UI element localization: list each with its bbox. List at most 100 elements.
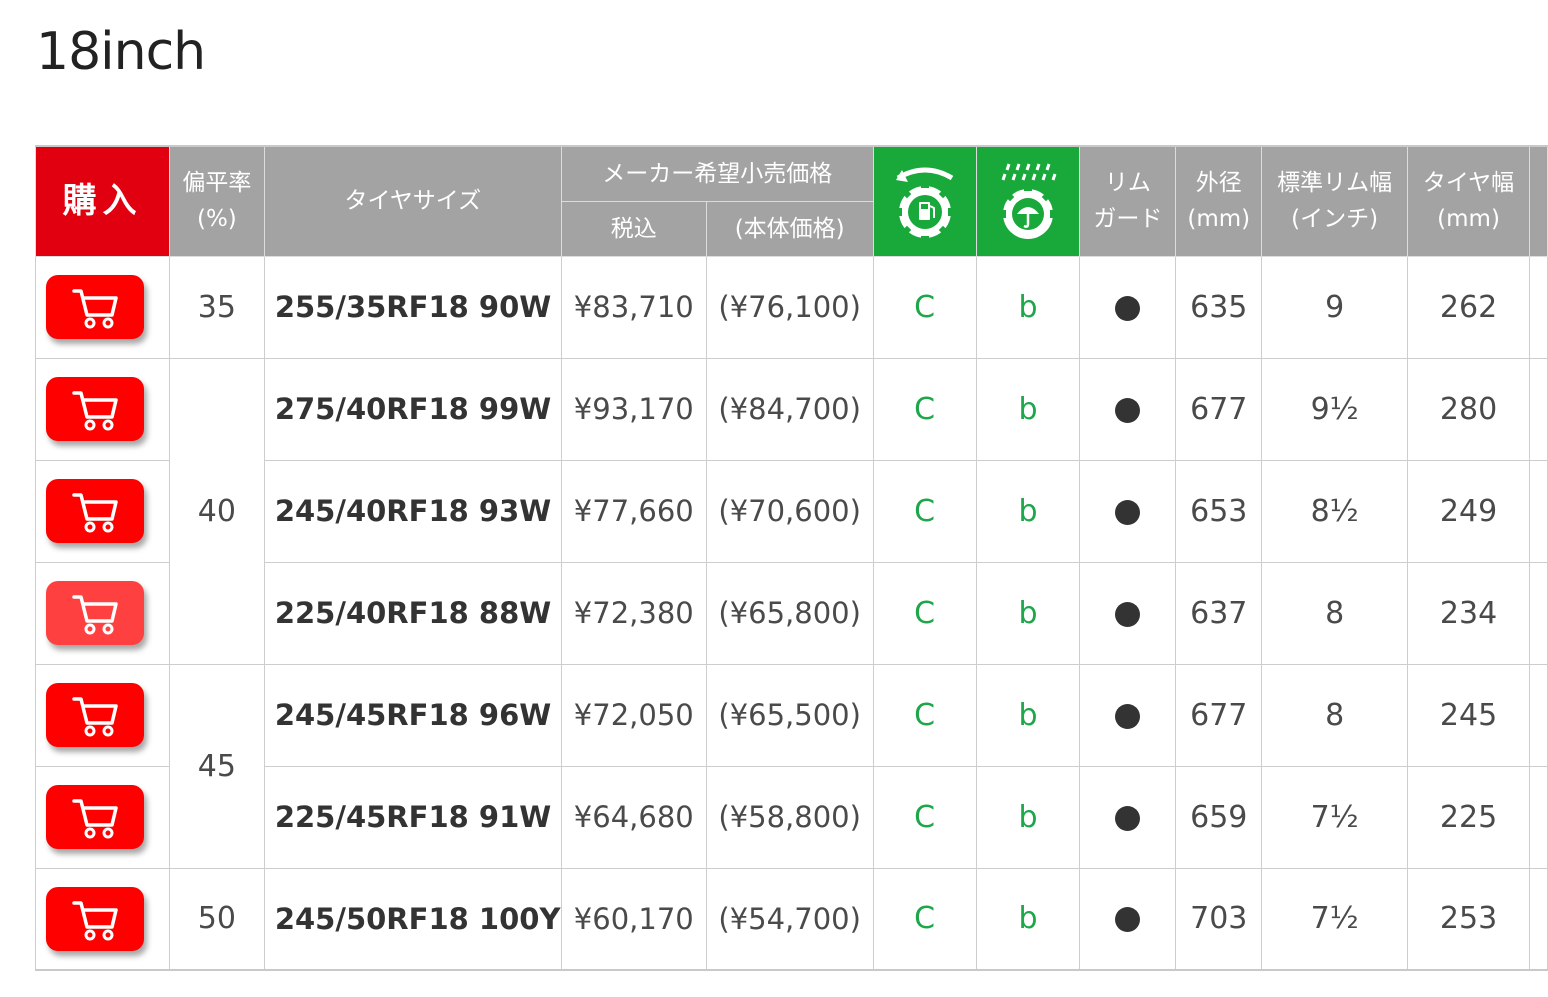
price-excl-tax-cell: (¥65,500) <box>705 663 874 767</box>
fuel-grade-cell: C <box>872 867 977 971</box>
tire-width-cell: 249 <box>1407 459 1530 563</box>
buy-cell <box>35 357 170 461</box>
rim-guard-header-line2: ガード <box>1093 206 1163 233</box>
rim-guard-dot <box>1115 295 1141 321</box>
rim-width-cell: 7½ <box>1261 765 1409 869</box>
tire-width-cell: 262 <box>1407 255 1530 359</box>
outer-diameter-header: 外径 (mm) <box>1175 145 1263 257</box>
rim-guard-cell <box>1079 765 1177 869</box>
tire-width-header-unit: (mm) <box>1437 206 1500 233</box>
overflow-column-header <box>1528 145 1548 257</box>
buy-cell <box>35 765 170 869</box>
table-row: 45 245/45RF18 96W ¥72,050 (¥65,500) C b … <box>35 663 1548 869</box>
price-excl-tax-cell: (¥84,700) <box>705 357 874 461</box>
rim-guard-dot <box>1115 397 1141 423</box>
add-to-cart-button[interactable] <box>46 479 145 543</box>
price-incl-tax-cell: ¥72,050 <box>560 663 707 767</box>
aspect-ratio-cell: 50 <box>168 867 265 971</box>
rim-guard-dot <box>1115 499 1141 525</box>
wet-grade-cell: b <box>975 765 1081 869</box>
retail-price-header: メーカー希望小売価格 <box>560 145 874 202</box>
tire-size-cell: 255/35RF18 90W <box>263 255 562 359</box>
aspect-ratio-cell: 35 <box>168 255 265 359</box>
aspect-ratio-header: 偏平率 (%) <box>168 145 265 257</box>
add-to-cart-button[interactable] <box>46 581 145 645</box>
fuel-efficiency-label-icon <box>895 167 953 241</box>
wet-grade-cell: b <box>975 867 1081 971</box>
price-incl-tax-cell: ¥64,680 <box>560 765 707 869</box>
rim-guard-dot <box>1115 601 1141 627</box>
rim-guard-cell <box>1079 867 1177 971</box>
price-incl-tax-cell: ¥77,660 <box>560 459 707 563</box>
wet-grade-cell: b <box>975 357 1081 461</box>
outer-diameter-cell: 635 <box>1175 255 1263 359</box>
tire-width-cell: 234 <box>1407 561 1530 665</box>
rim-guard-dot <box>1115 907 1141 933</box>
wet-grade-cell: b <box>975 459 1081 563</box>
add-to-cart-button[interactable] <box>46 785 145 849</box>
price-excl-tax-cell: (¥76,100) <box>705 255 874 359</box>
outer-diameter-header-unit: (mm) <box>1187 206 1251 233</box>
outer-diameter-cell: 637 <box>1175 561 1263 665</box>
price-incl-tax-cell: ¥93,170 <box>560 357 707 461</box>
add-to-cart-button[interactable] <box>46 683 145 747</box>
fuel-grade-cell: C <box>872 357 977 461</box>
buy-cell <box>35 663 170 767</box>
rim-width-cell: 8 <box>1261 561 1409 665</box>
price-incl-tax-cell: ¥83,710 <box>560 255 707 359</box>
buy-cell <box>35 867 170 971</box>
add-to-cart-button[interactable] <box>46 275 145 339</box>
rim-width-header-label: 標準リム幅 <box>1277 170 1393 197</box>
fuel-grade-cell: C <box>872 561 977 665</box>
overflow-cell <box>1528 459 1548 563</box>
fuel-grade-cell: C <box>872 459 977 563</box>
rim-guard-cell <box>1079 459 1177 563</box>
rim-width-cell: 7½ <box>1261 867 1409 971</box>
tire-width-cell: 225 <box>1407 765 1530 869</box>
tire-size-cell: 245/40RF18 93W <box>263 459 562 563</box>
rim-guard-cell <box>1079 663 1177 767</box>
cart-icon <box>72 799 119 839</box>
tire-width-header-label: タイヤ幅 <box>1422 170 1515 197</box>
rim-width-cell: 9½ <box>1261 357 1409 461</box>
price-incl-tax-header: 税込 <box>560 200 707 257</box>
price-excl-tax-cell: (¥70,600) <box>705 459 874 563</box>
tire-size-table: 購入 偏平率 (%) タイヤサイズ メーカー希望小売価格 リム ガード 外径 (… <box>35 145 1548 971</box>
fuel-grade-cell: C <box>872 765 977 869</box>
table-row: 35 255/35RF18 90W ¥83,710 (¥76,100) C b … <box>35 255 1548 359</box>
price-excl-tax-header: (本体価格) <box>705 200 874 257</box>
wet-grade-cell: b <box>975 663 1081 767</box>
fuel-grade-cell: C <box>872 255 977 359</box>
tire-width-cell: 280 <box>1407 357 1530 461</box>
rim-width-cell: 8½ <box>1261 459 1409 563</box>
add-to-cart-button[interactable] <box>46 886 145 951</box>
rim-guard-cell <box>1079 561 1177 665</box>
tire-size-cell: 225/40RF18 88W <box>263 561 562 665</box>
rim-width-cell: 8 <box>1261 663 1409 767</box>
buy-cell <box>35 561 170 665</box>
price-excl-tax-cell: (¥54,700) <box>705 867 874 971</box>
add-to-cart-button[interactable] <box>46 377 145 441</box>
cart-icon <box>72 901 119 941</box>
table-row: 50 245/50RF18 100Y ¥60,170 (¥54,700) C b… <box>35 867 1548 971</box>
fuel-efficiency-header <box>872 145 977 257</box>
tire-width-cell: 253 <box>1407 867 1530 971</box>
tire-size-header: タイヤサイズ <box>263 145 562 257</box>
buy-cell <box>35 459 170 563</box>
wet-grip-header <box>975 145 1081 257</box>
cart-icon <box>72 697 119 737</box>
aspect-ratio-header-label: 偏平率 <box>182 170 252 197</box>
cart-icon <box>72 595 119 635</box>
rim-width-cell: 9 <box>1261 255 1409 359</box>
price-incl-tax-cell: ¥60,170 <box>560 867 707 971</box>
outer-diameter-cell: 677 <box>1175 357 1263 461</box>
cart-icon <box>72 391 119 431</box>
aspect-ratio-cell: 40 <box>168 357 265 665</box>
rim-guard-dot <box>1115 805 1141 831</box>
overflow-cell <box>1528 357 1548 461</box>
overflow-cell <box>1528 765 1548 869</box>
rim-guard-header-line1: リム <box>1104 170 1151 197</box>
rim-guard-cell <box>1079 357 1177 461</box>
outer-diameter-cell: 659 <box>1175 765 1263 869</box>
wet-grip-label-icon <box>1000 163 1057 240</box>
